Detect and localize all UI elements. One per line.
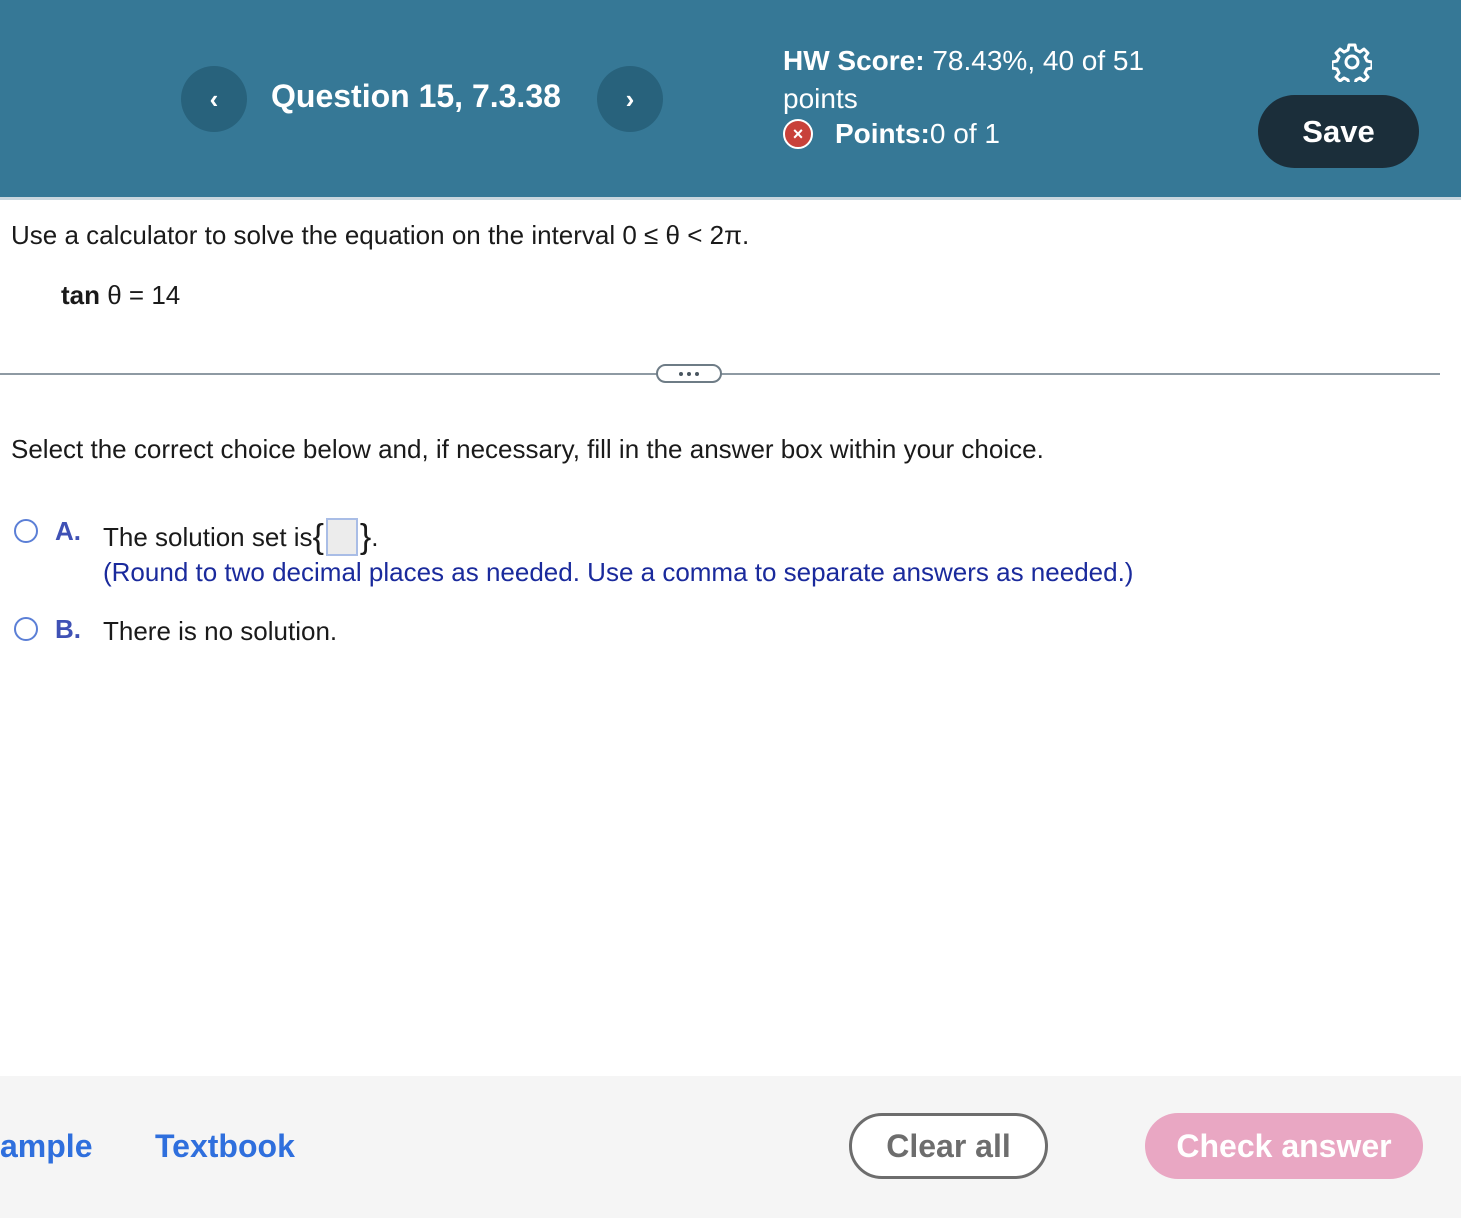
gear-icon[interactable] — [1332, 42, 1372, 82]
dot-icon — [679, 371, 683, 376]
choice-a-text: The solution set is { } . — [103, 518, 379, 556]
choice-prompt: Select the correct choice below and, if … — [11, 434, 1044, 464]
choice-b-label: There is no solution. — [103, 616, 338, 646]
choice-b-text: There is no solution. — [103, 616, 337, 647]
incorrect-icon: × — [783, 119, 813, 149]
points-value: 0 of 1 — [929, 118, 1000, 149]
view-example-link[interactable]: ample — [0, 1128, 110, 1165]
question-header: ‹ Question 15, 7.3.38 › HW Score: 78.43%… — [0, 0, 1461, 200]
period: . — [371, 521, 379, 552]
choice-a-letter: A. — [55, 516, 81, 546]
choice-a-label: The solution set is — [103, 521, 313, 552]
hw-score: HW Score: 78.43%, 40 of 51 points — [783, 42, 1203, 118]
hw-score-label: HW Score: — [783, 45, 925, 76]
dot-icon — [695, 371, 699, 376]
solution-answer-box[interactable] — [325, 518, 358, 556]
question-title: Question 15, 7.3.38 — [271, 78, 561, 114]
points-status: × Points: 0 of 1 — [783, 118, 1000, 150]
chevron-left-icon: ‹ — [209, 83, 219, 114]
choice-b[interactable]: B. There is no solution. — [14, 614, 337, 646]
choice-a[interactable]: A. The solution set is { } . — [14, 516, 379, 556]
clear-all-button[interactable]: Clear all — [849, 1113, 1048, 1179]
equation: tan θ = 14 — [61, 280, 180, 311]
previous-question-button[interactable]: ‹ — [181, 66, 247, 132]
close-brace: } — [359, 518, 372, 556]
chevron-right-icon: › — [625, 83, 635, 114]
choice-b-letter: B. — [55, 614, 81, 644]
question-instruction: Use a calculator to solve the equation o… — [11, 220, 750, 250]
choice-b-radio[interactable] — [14, 617, 38, 641]
textbook-link[interactable]: Textbook — [155, 1128, 295, 1165]
equation-rest: θ = 14 — [100, 280, 181, 310]
choice-a-radio[interactable] — [14, 519, 38, 543]
open-brace: { — [312, 518, 324, 556]
next-question-button[interactable]: › — [597, 66, 663, 132]
check-answer-button[interactable]: Check answer — [1145, 1113, 1423, 1179]
equation-function: tan — [61, 280, 100, 310]
points-label: Points: — [835, 118, 930, 149]
rounding-hint: (Round to two decimal places as needed. … — [103, 557, 1134, 587]
save-button[interactable]: Save — [1258, 95, 1419, 168]
dot-icon — [687, 371, 691, 376]
expand-more-button[interactable] — [656, 364, 722, 383]
